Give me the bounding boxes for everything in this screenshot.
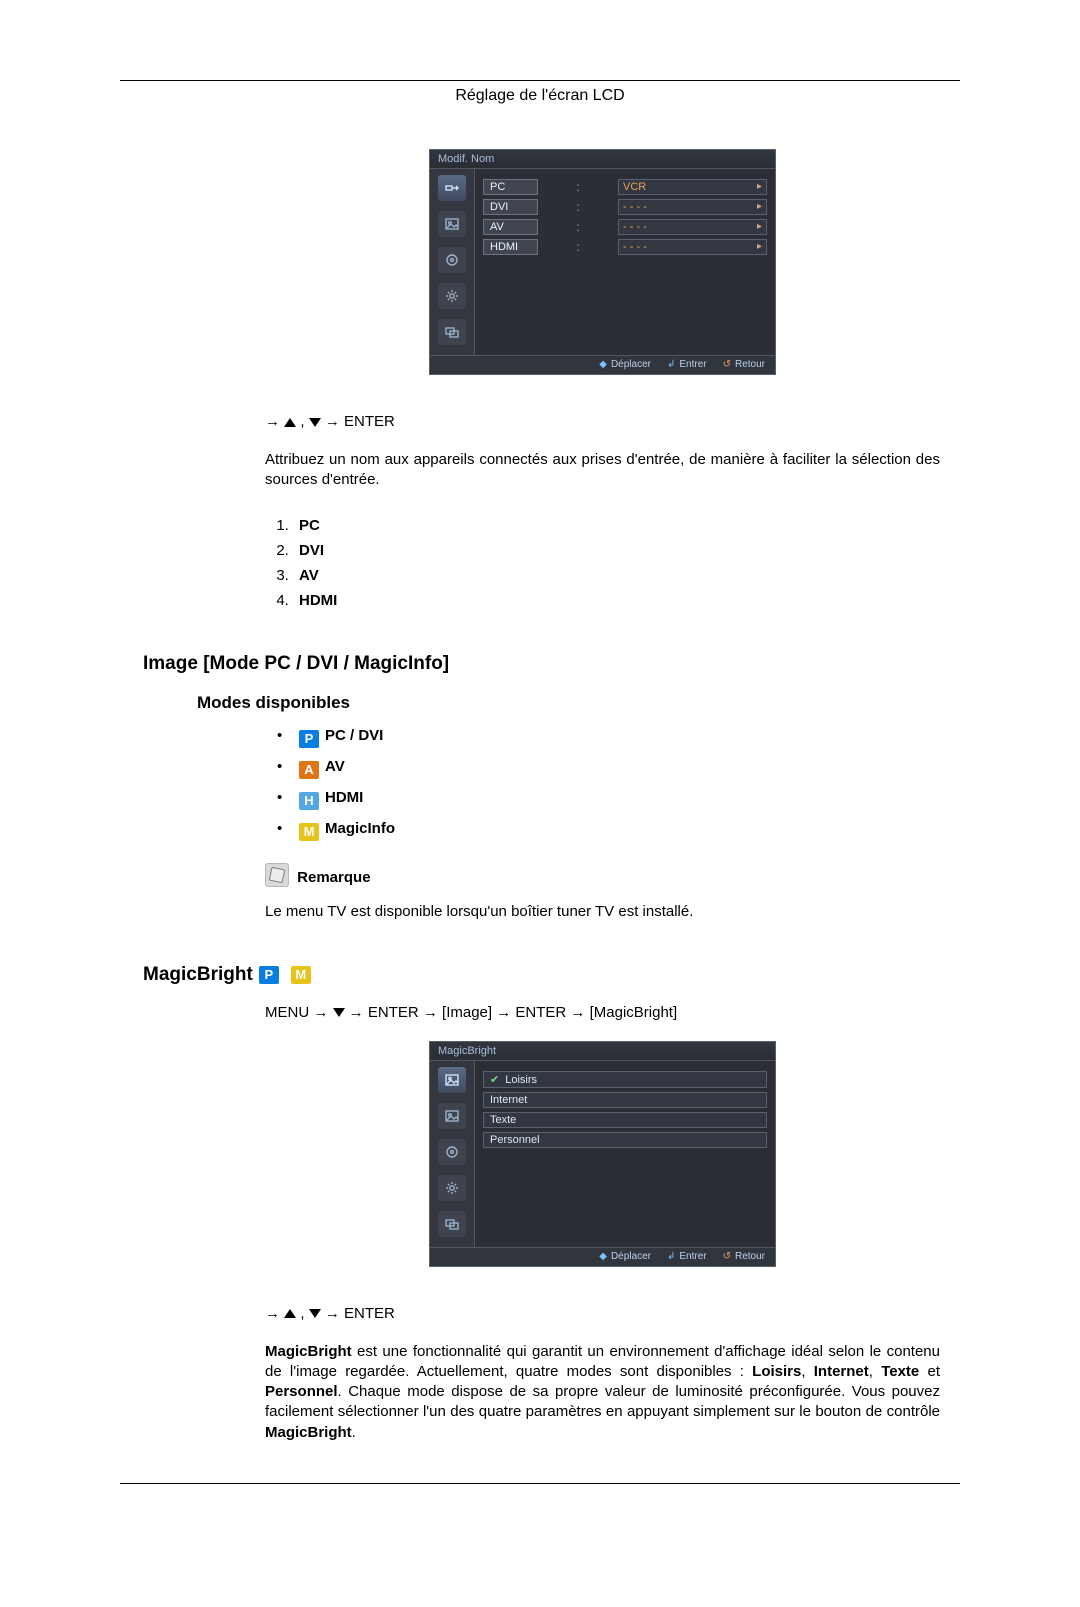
down-arrow-icon [333, 1008, 345, 1017]
down-arrow-icon [309, 418, 321, 427]
osd-row-sep: : [538, 240, 618, 254]
section-heading-image-mode: Image [Mode PC / DVI / MagicInfo] [143, 653, 940, 675]
multi-icon [438, 1211, 466, 1237]
badge-h-icon: H [299, 792, 319, 810]
osd-footer: ◆Déplacer ↲Entrer ↺Retour [430, 355, 775, 374]
osd-row: ✔Loisirs [483, 1071, 767, 1088]
paragraph-magicbright-desc: MagicBright est une fonctionnalité qui g… [265, 1342, 940, 1443]
osd-row-label: DVI [483, 199, 538, 215]
page-header-title: Réglage de l'écran LCD [0, 87, 1080, 105]
setup-icon [438, 283, 466, 309]
down-arrow-icon [309, 1309, 321, 1318]
nav-sequence: → , → ENTER [265, 413, 940, 430]
badge-p-icon: P [259, 966, 279, 984]
osd-row-sep: : [538, 180, 618, 194]
picture-icon [438, 1067, 466, 1093]
up-arrow-icon [284, 418, 296, 427]
list-item: HHDMI [277, 789, 940, 810]
osd-sidebar [430, 169, 475, 355]
picture2-icon [438, 1103, 466, 1129]
osd-main: ✔Loisirs Internet Texte Personnel [475, 1061, 775, 1247]
osd-title: MagicBright [430, 1042, 775, 1061]
list-item: AAV [277, 758, 940, 779]
osd-row: Texte [483, 1112, 767, 1128]
list-item: PPC / DVI [277, 727, 940, 748]
osd-row: HDMI : - - - - [483, 239, 767, 255]
subheading-modes: Modes disponibles [143, 693, 940, 713]
osd-row: AV : - - - - [483, 219, 767, 235]
note-text: Le menu TV est disponible lorsqu'un boît… [265, 903, 940, 920]
osd-footer-enter: ↲Entrer [667, 359, 707, 370]
osd-footer: ◆Déplacer ↲Entrer ↺Retour [430, 1247, 775, 1266]
osd-row: PC : VCR [483, 179, 767, 195]
osd-footer-move: ◆Déplacer [599, 1251, 651, 1262]
osd-footer-enter: ↲Entrer [667, 1251, 707, 1262]
note-heading: Remarque [265, 863, 940, 887]
osd-row-value: Internet [483, 1092, 767, 1108]
osd-row: Internet [483, 1092, 767, 1108]
list-item: DVI [293, 542, 940, 559]
osd-row-value: - - - - [618, 199, 767, 215]
list-item: PC [293, 517, 940, 534]
sound-icon [438, 1139, 466, 1165]
osd-row-sep: : [538, 200, 618, 214]
note-icon [265, 863, 289, 887]
osd-title: Modif. Nom [430, 150, 775, 169]
check-icon: ✔ [490, 1074, 499, 1086]
osd-row-label: AV [483, 219, 538, 235]
osd-main: PC : VCR DVI : - - - - AV : - - - - [475, 169, 775, 355]
osd-row: Personnel [483, 1132, 767, 1148]
osd-row-value: VCR [618, 179, 767, 195]
badge-m-icon: M [291, 966, 311, 984]
input-icon [438, 175, 466, 201]
osd-row-value: - - - - [618, 239, 767, 255]
osd-row-value: Texte [483, 1112, 767, 1128]
header-rule [120, 80, 960, 81]
osd-row: DVI : - - - - [483, 199, 767, 215]
numbered-list-inputs: PC DVI AV HDMI [265, 517, 940, 609]
nav-sequence: → , → ENTER [265, 1305, 940, 1322]
sound-icon [438, 247, 466, 273]
badge-p-icon: P [299, 730, 319, 748]
osd-footer-move: ◆Déplacer [599, 359, 651, 370]
footer-rule [120, 1483, 960, 1484]
osd-row-sep: : [538, 220, 618, 234]
multi-icon [438, 319, 466, 345]
osd-footer-return: ↺Retour [723, 359, 765, 370]
osd-row-value: Personnel [483, 1132, 767, 1148]
modes-list: PPC / DVI AAV HHDMI MMagicInfo [265, 727, 940, 841]
osd-row-label: HDMI [483, 239, 538, 255]
setup-icon [438, 1175, 466, 1201]
paragraph-assign-name: Attribuez un nom aux appareils connectés… [265, 450, 940, 491]
osd-row-value: - - - - [618, 219, 767, 235]
section-heading-magicbright: MagicBright P M [143, 964, 940, 986]
osd-edit-name: Modif. Nom [429, 149, 776, 375]
picture-icon [438, 211, 466, 237]
badge-m-icon: M [299, 823, 319, 841]
up-arrow-icon [284, 1309, 296, 1318]
osd-magicbright: MagicBright [429, 1041, 776, 1267]
osd-row-value: ✔Loisirs [483, 1071, 767, 1088]
osd-row-label: PC [483, 179, 538, 195]
list-item: MMagicInfo [277, 820, 940, 841]
list-item: HDMI [293, 592, 940, 609]
menu-path: MENU → → ENTER → [Image] → ENTER → [Magi… [265, 1004, 940, 1021]
list-item: AV [293, 567, 940, 584]
osd-sidebar [430, 1061, 475, 1247]
badge-a-icon: A [299, 761, 319, 779]
osd-footer-return: ↺Retour [723, 1251, 765, 1262]
